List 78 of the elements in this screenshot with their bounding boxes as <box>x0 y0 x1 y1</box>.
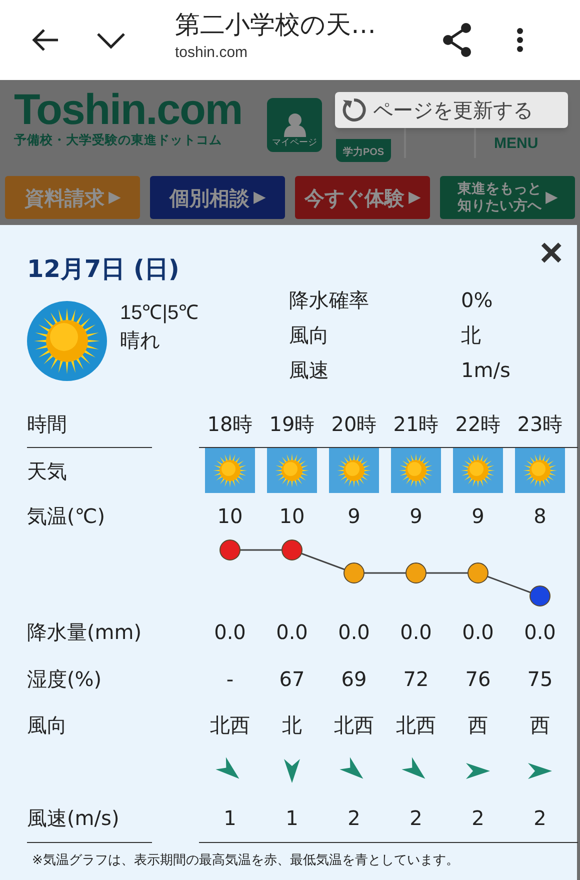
sun-icon <box>453 448 503 493</box>
more-options-icon[interactable] <box>516 27 524 53</box>
humidity-cell-text: 72 <box>403 666 429 693</box>
hour-cell-text: 18時 <box>207 411 253 438</box>
row-label: 降水量(mm) <box>27 619 142 646</box>
person-icon <box>284 113 306 137</box>
refresh-icon <box>341 97 367 123</box>
row-label: 風向 <box>27 712 67 739</box>
row-label: 時間 <box>27 411 67 438</box>
score-button[interactable]: 学力POS <box>336 139 391 162</box>
site-tagline: 予備校・大学受験の東進ドットコム <box>14 132 223 148</box>
banner-button[interactable]: 今すぐ体験 ▶ <box>295 176 430 219</box>
detail-label: 風速 <box>289 357 329 384</box>
refresh-page-button[interactable]: ページを更新する <box>335 92 568 128</box>
precipitation-cell-text: 0.0 <box>462 619 494 646</box>
detail-label: 風向 <box>289 322 329 349</box>
wind-direction-cell-text: 北西 <box>396 712 436 739</box>
humidity-cell-text: 75 <box>527 666 553 693</box>
wind-speed-cell-text: 1 <box>224 805 236 832</box>
banner-button[interactable]: 個別相談 ▶ <box>150 176 285 219</box>
wind-direction-cell-text: 北西 <box>210 712 250 739</box>
row-label: 風速(m/s) <box>27 805 120 832</box>
wind-speed-cell-text: 2 <box>348 805 360 832</box>
page-title: 第二小学校の天… <box>175 9 377 41</box>
precipitation-cell-text: 0.0 <box>524 619 556 646</box>
precipitation-cell-text: 0.0 <box>400 619 432 646</box>
banner-button[interactable]: 資料請求 ▶ <box>5 176 140 219</box>
mypage-button[interactable]: マイページ <box>267 98 322 152</box>
humidity-cell-text: - <box>226 666 234 693</box>
sun-icon <box>391 448 441 493</box>
close-button[interactable]: × <box>540 231 563 275</box>
forecast-date: 12月7日 (日) <box>27 254 180 285</box>
wind-direction-cell-text: 北西 <box>334 712 374 739</box>
temperature-range: 15℃|5℃ <box>120 301 199 326</box>
detail-value: 1m/s <box>461 357 510 384</box>
temperature-cell-text: 10 <box>279 503 305 530</box>
wind-direction-cell-text: 西 <box>530 712 550 739</box>
row-label: 湿度(%) <box>27 666 102 693</box>
temperature-cell-text: 9 <box>348 503 360 530</box>
wind-speed-cell-text: 2 <box>534 805 546 832</box>
humidity-cell-text: 67 <box>279 666 305 693</box>
hour-cell-text: 20時 <box>331 411 377 438</box>
hour-cell-text: 21時 <box>393 411 439 438</box>
row-label: 気温(℃) <box>27 503 106 530</box>
sun-icon <box>329 448 379 493</box>
wind-speed-cell-text: 2 <box>472 805 484 832</box>
temperature-cell-text: 10 <box>217 503 243 530</box>
sun-icon <box>267 448 317 493</box>
precipitation-cell-text: 0.0 <box>276 619 308 646</box>
site-logo[interactable]: Toshin.com <box>14 88 265 132</box>
detail-value: 0% <box>461 287 493 314</box>
wind-speed-cell-text: 2 <box>410 805 422 832</box>
share-icon[interactable] <box>441 22 473 58</box>
hour-cell-text: 23時 <box>517 411 563 438</box>
wind-direction-cell-text: 北 <box>282 712 302 739</box>
row-label: 天気 <box>27 458 67 485</box>
wind-speed-cell-text: 1 <box>286 805 298 832</box>
page-domain: toshin.com <box>175 43 249 63</box>
sun-icon <box>205 448 255 493</box>
weather-condition: 晴れ <box>120 327 160 354</box>
sun-icon <box>27 301 107 381</box>
humidity-cell-text: 76 <box>465 666 491 693</box>
hour-cell-text: 19時 <box>269 411 315 438</box>
footnote: ※気温グラフは、表示期間の最高気温を赤、最低気温を青としています。 <box>32 852 459 870</box>
sun-icon <box>515 448 565 493</box>
back-arrow-icon[interactable] <box>30 27 60 53</box>
precipitation-cell-text: 0.0 <box>338 619 370 646</box>
wind-direction-cell-text: 西 <box>468 712 488 739</box>
menu-button[interactable]: MENU <box>494 135 538 167</box>
temperature-cell-text: 8 <box>534 503 546 530</box>
detail-label: 降水確率 <box>289 287 369 314</box>
precipitation-cell-text: 0.0 <box>214 619 246 646</box>
detail-value: 北 <box>461 322 481 349</box>
temperature-cell-text: 9 <box>410 503 422 530</box>
temperature-cell-text: 9 <box>472 503 484 530</box>
humidity-cell-text: 69 <box>341 666 367 693</box>
hour-cell-text: 22時 <box>455 411 501 438</box>
chevron-down-icon[interactable] <box>96 31 126 49</box>
